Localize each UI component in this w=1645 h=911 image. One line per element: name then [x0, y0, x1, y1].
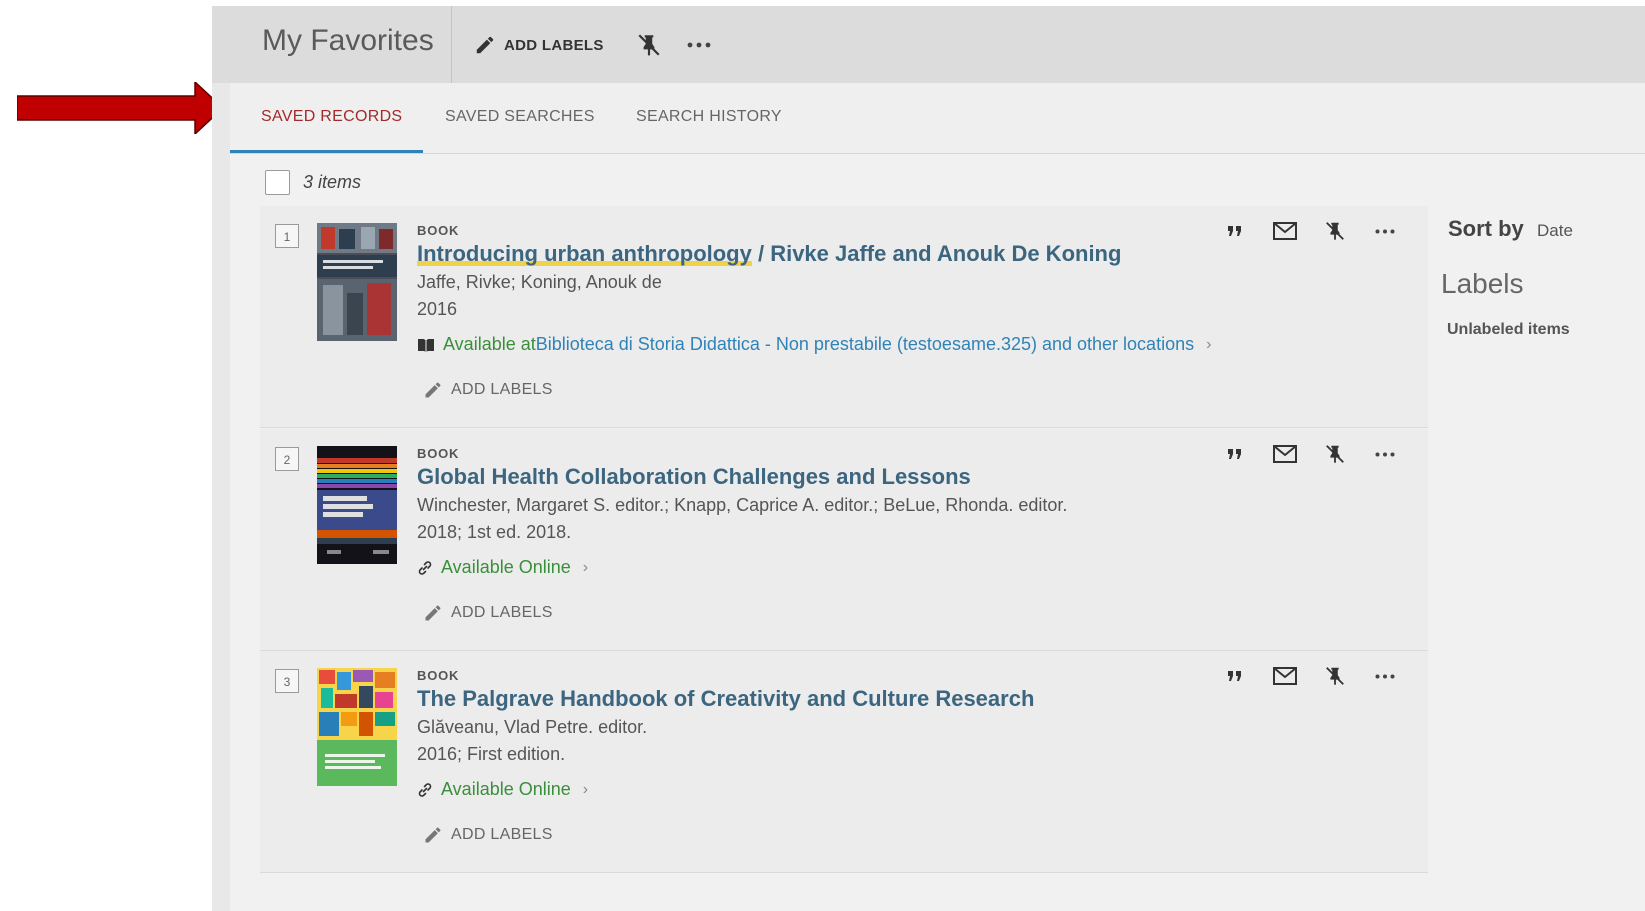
availability-link[interactable]: Available Online ›	[417, 779, 588, 800]
sort-by-select[interactable]: Date	[1537, 221, 1573, 241]
quote-icon	[1228, 671, 1241, 681]
availability-status: Available Online	[441, 557, 571, 577]
saved-records-list: 3 items 1 BOOK Introducing urban anthrop…	[230, 154, 1645, 911]
add-labels-label: ADD LABELS	[451, 826, 553, 843]
book-cover[interactable]	[317, 223, 397, 341]
availability-status: Available Online	[441, 779, 571, 799]
availability-status: Available at	[443, 334, 536, 354]
add-labels-label: ADD LABELS	[451, 381, 553, 398]
toolbar-divider	[451, 6, 452, 83]
unpin-button[interactable]	[1318, 439, 1352, 469]
unpin-button[interactable]	[1318, 216, 1352, 246]
more-icon	[1375, 674, 1395, 678]
book-cover[interactable]	[317, 446, 397, 564]
page-title: My Favorites	[262, 24, 434, 57]
unpin-button[interactable]	[1318, 661, 1352, 691]
tab-saved-searches[interactable]: SAVED SEARCHES	[445, 83, 595, 151]
availability-link[interactable]: Available Online ›	[417, 557, 588, 578]
email-button[interactable]	[1268, 661, 1302, 691]
favorites-sidebar: Sort by Date Labels Unlabeled items	[1438, 154, 1645, 911]
quote-icon	[1228, 226, 1241, 236]
record-title-rest: / Rivke Jaffe and Anouk De Koning	[751, 241, 1122, 266]
list-item: 2 BOOK Global Health Collaboration Chall…	[260, 429, 1428, 651]
email-button[interactable]	[1268, 439, 1302, 469]
chevron-right-icon: ›	[582, 558, 589, 576]
book-icon	[417, 337, 435, 353]
annotation-arrow	[17, 82, 225, 134]
mail-icon	[1273, 667, 1297, 685]
record-number: 1	[275, 224, 299, 248]
unpin-icon	[638, 34, 660, 56]
labels-heading: Labels	[1441, 268, 1524, 299]
unpin-icon	[1326, 445, 1344, 464]
favorites-panel: My Favorites ADD LABELS SAVED RECORDS SA…	[212, 6, 1645, 911]
link-icon	[417, 782, 433, 798]
record-actions	[1218, 216, 1408, 246]
unpin-all-button[interactable]	[632, 28, 666, 62]
tab-search-history[interactable]: SEARCH HISTORY	[636, 83, 782, 151]
pencil-icon	[425, 382, 441, 398]
mail-icon	[1273, 222, 1297, 240]
pencil-icon	[425, 827, 441, 843]
cite-button[interactable]	[1218, 661, 1252, 691]
more-actions-button[interactable]	[1368, 661, 1402, 691]
select-all-checkbox[interactable]	[265, 170, 290, 195]
unlabeled-items-link[interactable]: Unlabeled items	[1447, 321, 1570, 339]
quote-icon	[1228, 449, 1241, 459]
add-labels-button[interactable]: ADD LABELS	[423, 380, 553, 400]
record-authors: Jaffe, Rivke; Koning, Anouk de	[417, 272, 662, 292]
add-labels-label: ADD LABELS	[451, 604, 553, 621]
record-title-link[interactable]: Global Health Collaboration Challenges a…	[417, 464, 971, 490]
record-title-main: Global Health Collaboration Challenges a…	[417, 464, 971, 489]
cite-button[interactable]	[1218, 439, 1252, 469]
record-authors: Glăveanu, Vlad Petre. editor.	[417, 717, 648, 737]
items-count: 3 items	[303, 172, 362, 192]
unpin-icon	[1326, 667, 1344, 686]
cite-button[interactable]	[1218, 216, 1252, 246]
record-actions	[1218, 439, 1408, 469]
add-labels-button[interactable]: ADD LABELS	[474, 28, 604, 62]
list-item: 1 BOOK Introducing urban anthropology / …	[260, 206, 1428, 428]
more-actions-button[interactable]	[1368, 439, 1402, 469]
more-actions-button[interactable]	[1368, 216, 1402, 246]
record-date: 2018; 1st ed. 2018.	[417, 522, 572, 542]
sort-by-label: Sort by	[1448, 216, 1524, 241]
email-button[interactable]	[1268, 216, 1302, 246]
more-icon	[1375, 452, 1395, 456]
favorites-tabs: SAVED RECORDS SAVED SEARCHES SEARCH HIST…	[230, 83, 1645, 154]
record-date: 2016; First edition.	[417, 744, 566, 764]
add-labels-label: ADD LABELS	[504, 36, 604, 54]
more-actions-button[interactable]	[682, 28, 716, 62]
availability-location: Biblioteca di Storia Didattica - Non pre…	[535, 334, 1195, 354]
record-title-link[interactable]: Introducing urban anthropology / Rivke J…	[417, 241, 1121, 267]
chevron-right-icon: ›	[1206, 335, 1212, 353]
record-title-main: The Palgrave Handbook of Creativity and …	[417, 686, 1035, 711]
favorites-toolbar: My Favorites ADD LABELS	[212, 6, 1645, 83]
record-title-link[interactable]: The Palgrave Handbook of Creativity and …	[417, 686, 1034, 712]
add-labels-button[interactable]: ADD LABELS	[423, 603, 553, 623]
tab-saved-records[interactable]: SAVED RECORDS	[261, 83, 402, 151]
availability-link[interactable]: Available at Biblioteca di Storia Didatt…	[417, 334, 1211, 355]
add-labels-button[interactable]: ADD LABELS	[423, 825, 553, 845]
record-date: 2016	[417, 299, 458, 319]
record-title-main: Introducing urban anthropology	[417, 241, 752, 266]
more-icon	[1375, 229, 1395, 233]
record-actions	[1218, 661, 1408, 691]
record-number: 2	[275, 447, 299, 471]
unpin-icon	[1326, 222, 1344, 241]
chevron-right-icon: ›	[582, 780, 589, 798]
active-tab-indicator	[230, 150, 423, 153]
pencil-icon	[476, 36, 494, 54]
mail-icon	[1273, 445, 1297, 463]
record-authors: Winchester, Margaret S. editor.; Knapp, …	[417, 495, 1068, 515]
record-type: BOOK	[417, 668, 460, 683]
record-type: BOOK	[417, 446, 460, 461]
link-icon	[417, 560, 433, 576]
book-cover[interactable]	[317, 668, 397, 786]
list-item: 3 BOOK The Palgrave Handbook of Creativi…	[260, 651, 1428, 873]
record-type: BOOK	[417, 223, 460, 238]
record-number: 3	[275, 669, 299, 693]
more-icon	[687, 42, 711, 48]
pencil-icon	[425, 605, 441, 621]
